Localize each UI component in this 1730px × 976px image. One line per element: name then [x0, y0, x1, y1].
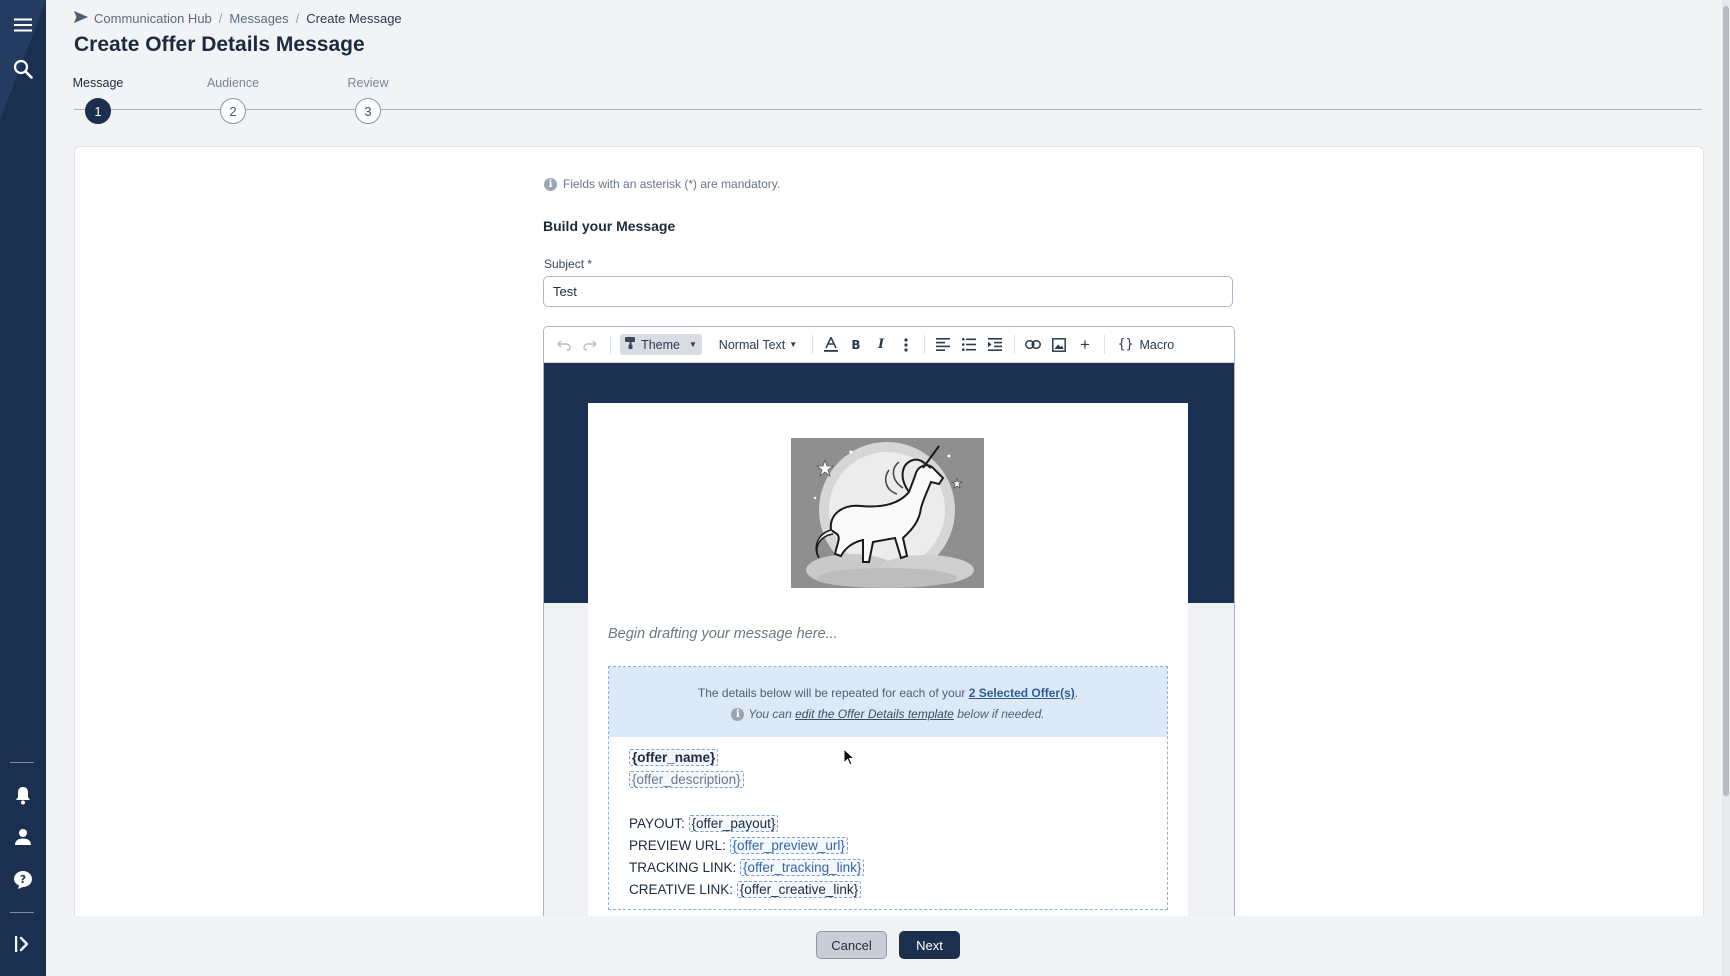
chevron-down-icon: ▼	[789, 340, 798, 349]
user-icon[interactable]	[9, 823, 37, 851]
line2-suffix: below if needed.	[953, 707, 1045, 721]
mandatory-note: i Fields with an asterisk (*) are mandat…	[544, 177, 780, 191]
subject-label-text: Subject	[544, 257, 585, 271]
editor-toolbar: Theme ▼ Normal Text ▼ B I + {} Macro	[544, 327, 1234, 363]
page-scrollbar[interactable]	[1722, 0, 1730, 976]
send-icon	[74, 11, 88, 26]
help-icon[interactable]: ?	[9, 866, 37, 894]
offer-banner-line-1: The details below will be repeated for e…	[609, 683, 1167, 704]
step-label: Message	[72, 76, 124, 90]
toolbar-divider	[1104, 335, 1105, 354]
breadcrumb-separator: /	[295, 11, 300, 26]
braces-icon: {}	[1117, 337, 1134, 352]
menu-icon[interactable]	[9, 11, 37, 39]
info-icon: i	[544, 177, 557, 191]
offer-preview-url-macro[interactable]: {offer_preview_url}	[729, 837, 848, 854]
footer-bar	[46, 916, 1730, 976]
more-icon[interactable]	[898, 334, 914, 355]
scrollbar-thumb[interactable]	[1723, 6, 1729, 796]
macro-button[interactable]: {} Macro	[1114, 334, 1178, 355]
page-title: Create Offer Details Message	[74, 33, 365, 56]
offer-payout-macro[interactable]: {offer_payout}	[688, 815, 779, 832]
sidebar: ?	[0, 0, 46, 976]
step-message[interactable]: Message 1	[53, 74, 143, 124]
offer-creative-link-macro[interactable]: {offer_creative_link}	[736, 881, 862, 898]
theme-dropdown[interactable]: Theme ▼	[620, 334, 702, 355]
step-review[interactable]: Review 3	[323, 74, 413, 124]
step-number: 1	[85, 98, 111, 124]
mouse-cursor-icon	[843, 747, 856, 771]
redo-icon[interactable]	[582, 334, 598, 355]
payout-label: PAYOUT:	[629, 816, 685, 831]
banner-prefix: The details below will be repeated for e…	[697, 686, 969, 700]
line2-prefix: You can	[748, 707, 796, 721]
step-label: Review	[347, 76, 389, 90]
step-number: 2	[220, 98, 246, 124]
plus-icon[interactable]: +	[1076, 334, 1094, 355]
message-placeholder[interactable]: Begin drafting your message here...	[608, 626, 838, 642]
theme-label: Theme	[641, 337, 680, 352]
sidebar-divider	[10, 762, 34, 763]
link-icon[interactable]	[1024, 334, 1042, 355]
search-icon[interactable]	[9, 55, 37, 83]
banner-suffix: .	[1074, 686, 1079, 700]
toolbar-divider	[924, 335, 925, 354]
breadcrumb-separator: /	[218, 11, 223, 26]
toolbar-divider	[700, 335, 701, 354]
required-mark: *	[587, 257, 593, 271]
text-style-label: Normal Text	[718, 337, 786, 352]
toolbar-divider	[1014, 335, 1015, 354]
tracking-link-label: TRACKING LINK:	[629, 860, 737, 875]
offer-name-macro[interactable]: {offer_name}	[629, 749, 719, 766]
svg-text:?: ?	[20, 873, 26, 886]
step-number: 3	[355, 98, 381, 124]
align-left-icon[interactable]	[934, 334, 952, 355]
undo-icon[interactable]	[556, 334, 572, 355]
step-audience[interactable]: Audience 2	[188, 74, 278, 124]
expand-sidebar-icon[interactable]	[9, 930, 37, 958]
mandatory-note-text: Fields with an asterisk (*) are mandator…	[563, 177, 781, 191]
chevron-down-icon: ▼	[689, 340, 697, 349]
creative-link-label: CREATIVE LINK:	[629, 882, 734, 897]
subject-input[interactable]	[543, 276, 1233, 307]
unicorn-image[interactable]	[791, 438, 984, 588]
image-icon[interactable]	[1050, 334, 1068, 355]
subject-label: Subject *	[544, 257, 592, 271]
bell-icon[interactable]	[9, 781, 37, 809]
rich-text-editor: Theme ▼ Normal Text ▼ B I + {} Macro Beg…	[543, 326, 1235, 927]
macro-label: Macro	[1139, 337, 1175, 352]
editor-canvas[interactable]: Begin drafting your message here... The …	[544, 363, 1234, 927]
font-color-icon[interactable]	[822, 334, 840, 355]
sidebar-divider	[10, 912, 34, 913]
offer-tracking-link-macro[interactable]: {offer_tracking_link}	[740, 859, 865, 876]
next-button[interactable]: Next	[899, 931, 960, 959]
edit-template-link[interactable]: edit the Offer Details template	[795, 707, 954, 721]
offer-details-banner: The details below will be repeated for e…	[609, 667, 1167, 737]
email-body[interactable]: Begin drafting your message here... The …	[588, 403, 1188, 927]
selected-offers-link[interactable]: 2 Selected Offer(s)	[969, 686, 1075, 700]
info-icon: i	[731, 708, 745, 721]
paint-brush-icon	[625, 337, 636, 352]
toolbar-divider	[610, 335, 611, 354]
offer-description-macro[interactable]: {offer_description}	[629, 771, 744, 788]
list-icon[interactable]	[960, 334, 978, 355]
italic-icon[interactable]: I	[873, 334, 889, 355]
bold-icon[interactable]: B	[848, 334, 864, 355]
preview-url-label: PREVIEW URL:	[629, 838, 726, 853]
text-style-dropdown[interactable]: Normal Text ▼	[714, 334, 802, 355]
breadcrumb-communication-hub[interactable]: Communication Hub	[94, 11, 212, 26]
section-title: Build your Message	[543, 218, 676, 234]
cancel-button[interactable]: Cancel	[816, 931, 887, 959]
breadcrumb-messages[interactable]: Messages	[229, 11, 288, 26]
breadcrumb: Communication Hub / Messages / Create Me…	[74, 11, 402, 26]
breadcrumb-current: Create Message	[306, 11, 402, 26]
offer-banner-line-2: i You can edit the Offer Details templat…	[609, 704, 1167, 725]
stepper-track	[74, 109, 1702, 110]
offer-template-body[interactable]: {offer_name} {offer_description} PAYOUT:…	[609, 737, 1167, 911]
toolbar-divider	[812, 335, 813, 354]
step-label: Audience	[206, 76, 260, 90]
offer-details-block[interactable]: The details below will be repeated for e…	[608, 666, 1168, 910]
indent-icon[interactable]	[986, 334, 1004, 355]
